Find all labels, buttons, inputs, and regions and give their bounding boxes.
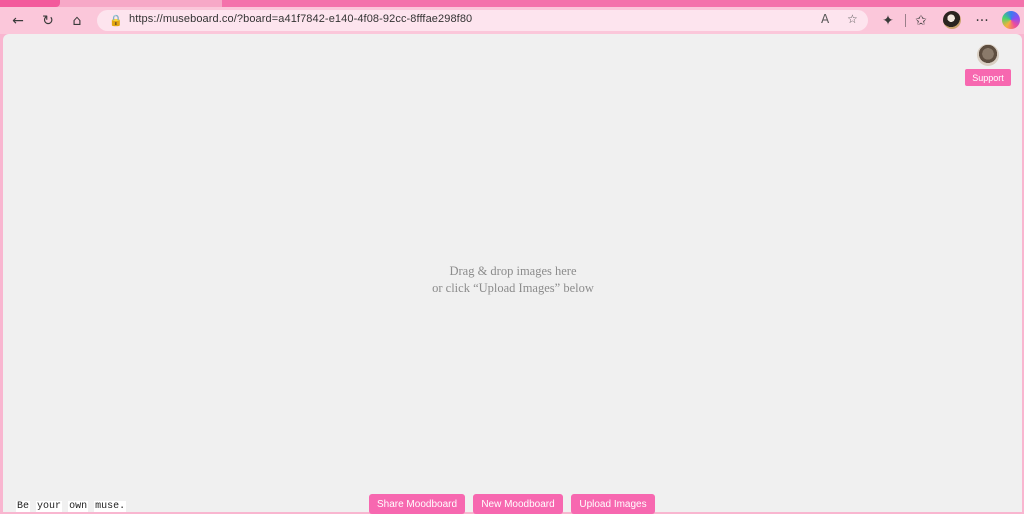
more-menu-icon[interactable]: ···: [971, 10, 993, 32]
tagline-word: your: [36, 501, 63, 512]
new-moodboard-button[interactable]: New Moodboard: [473, 494, 563, 514]
tagline-word: Be: [16, 501, 31, 512]
favorites-icon[interactable]: ✩: [910, 10, 932, 32]
browser-toolbar: ← ↻ ⌂ 🔒 https://museboard.co/?board=a41f…: [0, 7, 1024, 34]
tagline-word: own: [68, 501, 89, 512]
upload-images-button[interactable]: Upload Images: [571, 494, 655, 514]
copilot-icon[interactable]: [1002, 11, 1020, 29]
profile-avatar-icon[interactable]: [943, 11, 961, 29]
avatar[interactable]: [977, 44, 999, 66]
home-icon[interactable]: ⌂: [66, 10, 88, 32]
lock-icon[interactable]: 🔒: [109, 14, 123, 27]
tab-strip: [0, 0, 1024, 7]
back-icon[interactable]: ←: [7, 10, 29, 32]
moodboard-canvas[interactable]: Support Drag & drop images here or click…: [3, 34, 1022, 514]
toolbar-separator: [905, 14, 906, 27]
refresh-icon[interactable]: ↻: [37, 10, 59, 32]
drop-hint-line-2: or click “Upload Images” below: [432, 281, 594, 295]
extensions-icon[interactable]: ✦: [877, 10, 899, 32]
favorite-star-icon[interactable]: ☆: [847, 12, 858, 26]
tagline-word: muse.: [94, 501, 127, 512]
tab-inactive[interactable]: [222, 0, 1024, 7]
read-aloud-icon[interactable]: A: [821, 12, 829, 26]
url-text[interactable]: https://museboard.co/?board=a41f7842-e14…: [129, 13, 472, 25]
tab-active[interactable]: [0, 0, 60, 7]
drop-hint-line-1: Drag & drop images here: [449, 264, 577, 278]
drop-hint: Drag & drop images here or click “Upload…: [363, 263, 663, 297]
share-moodboard-button[interactable]: Share Moodboard: [369, 494, 465, 514]
support-button[interactable]: Support: [965, 69, 1011, 86]
address-bar[interactable]: 🔒 https://museboard.co/?board=a41f7842-e…: [97, 10, 868, 31]
tagline: Be your own muse.: [16, 501, 127, 512]
